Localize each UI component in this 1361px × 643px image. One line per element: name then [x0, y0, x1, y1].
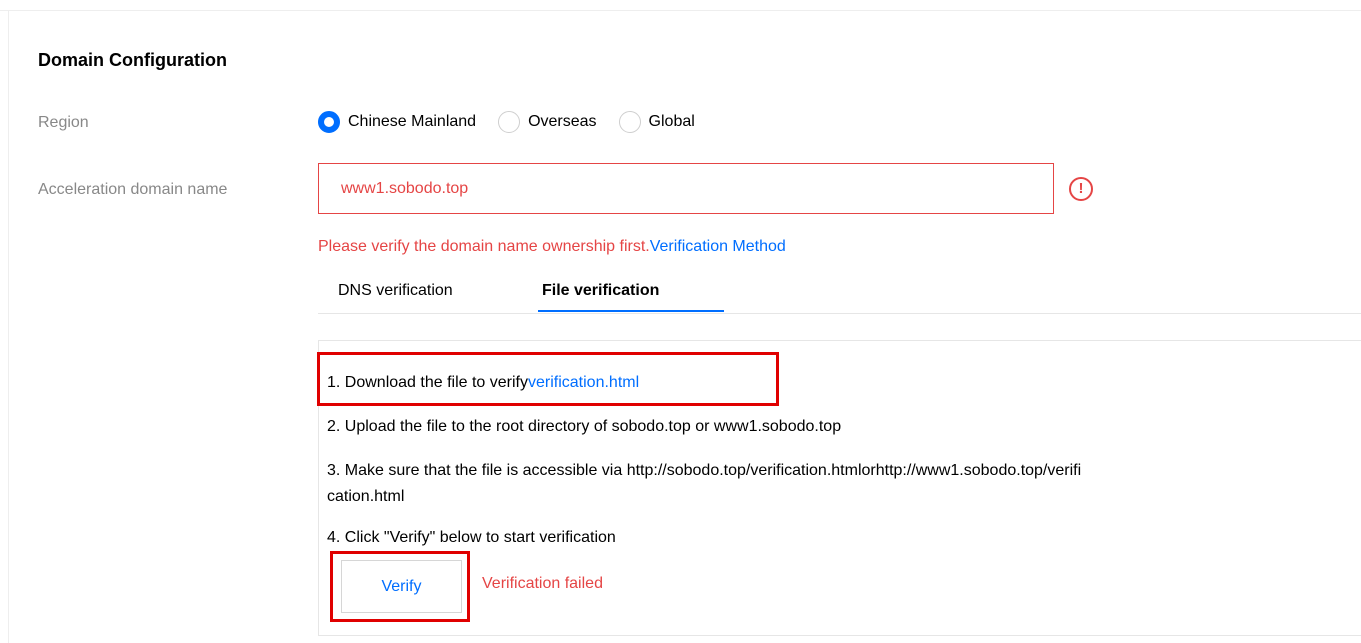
highlight-verify-button	[330, 551, 470, 622]
radio-checked-icon	[318, 111, 340, 133]
section-title: Domain Configuration	[38, 50, 227, 70]
domain-error-message: Please verify the domain name ownership …	[318, 238, 650, 255]
active-tab-indicator	[538, 310, 724, 312]
step-upload-file: 2. Upload the file to the root directory…	[327, 418, 842, 435]
domain-input[interactable]	[318, 163, 1054, 214]
step-click-verify: 4. Click "Verify" below to start verific…	[327, 529, 616, 546]
verification-tabs: DNS verification File verification	[318, 270, 1361, 314]
tab-file-verification[interactable]: File verification	[542, 282, 659, 300]
panel-left-border	[8, 10, 9, 643]
radio-label: Overseas	[528, 113, 597, 130]
panel-top-border	[0, 10, 1361, 11]
region-label: Region	[38, 114, 89, 131]
radio-unchecked-icon	[498, 111, 521, 133]
tab-dns-verification[interactable]: DNS verification	[338, 282, 453, 300]
step-check-access: 3. Make sure that the file is accessible…	[327, 462, 1082, 479]
verification-status: Verification failed	[482, 575, 603, 592]
domain-label: Acceleration domain name	[38, 181, 228, 198]
radio-global[interactable]: Global	[618, 111, 695, 133]
verification-method-link[interactable]: Verification Method	[650, 238, 786, 255]
radio-unchecked-icon	[618, 111, 641, 133]
radio-overseas[interactable]: Overseas	[498, 111, 597, 133]
radio-label: Chinese Mainland	[348, 113, 477, 130]
highlight-step1	[317, 352, 779, 406]
error-icon: !	[1069, 177, 1093, 201]
step-check-access-continued: cation.html	[327, 488, 405, 505]
radio-label: Global	[648, 113, 695, 130]
radio-chinese-mainland[interactable]: Chinese Mainland	[318, 111, 476, 133]
region-radio-group: Chinese Mainland Overseas Global	[318, 108, 717, 136]
domain-error-line: Please verify the domain name ownership …	[318, 238, 786, 256]
